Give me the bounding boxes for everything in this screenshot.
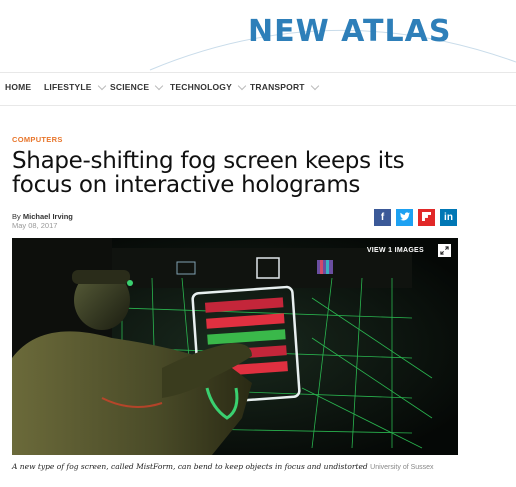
nav-item-label: LIFESTYLE: [44, 82, 92, 92]
nav-item-technology[interactable]: TECHNOLOGY: [170, 81, 247, 92]
byline-prefix: By: [12, 212, 21, 221]
article-title: Shape-shifting fog screen keeps its focu…: [12, 148, 405, 198]
hero-image[interactable]: VIEW 1 IMAGES: [12, 238, 458, 455]
share-twitter-button[interactable]: [396, 209, 413, 226]
chevron-down-icon: [310, 81, 319, 90]
expand-icon[interactable]: [438, 244, 451, 257]
nav-item-label: TRANSPORT: [250, 82, 305, 92]
author-name[interactable]: Michael Irving: [23, 212, 73, 221]
share-linkedin-button[interactable]: in: [440, 209, 457, 226]
nav-item-label: HOME: [5, 82, 32, 92]
view-images-link[interactable]: VIEW 1 IMAGES: [367, 247, 424, 254]
chevron-down-icon: [154, 81, 164, 90]
twitter-icon: [399, 211, 410, 224]
facebook-icon: f: [380, 212, 385, 223]
share-facebook-button[interactable]: f: [374, 209, 391, 226]
byline: By Michael Irving: [12, 212, 73, 221]
article-category[interactable]: COMPUTERS: [12, 135, 63, 144]
nav-item-lifestyle[interactable]: LIFESTYLE: [44, 81, 106, 92]
chevron-down-icon: [237, 81, 247, 90]
nav-item-science[interactable]: SCIENCE: [110, 81, 164, 92]
linkedin-icon: in: [444, 212, 453, 223]
share-flipboard-button[interactable]: [418, 209, 435, 226]
flipboard-icon: [422, 211, 431, 224]
image-caption: A new type of fog screen, called MistFor…: [12, 461, 452, 474]
site-logo[interactable]: NEW ATLAS: [248, 14, 451, 50]
nav-item-home[interactable]: HOME: [5, 82, 31, 92]
site-header: NEW ATLAS: [0, 0, 516, 72]
hero-photo: [12, 238, 458, 455]
photo-credit: University of Sussex: [370, 464, 434, 471]
nav-item-transport[interactable]: TRANSPORT: [250, 81, 319, 92]
publish-date: May 08, 2017: [12, 221, 58, 230]
chevron-down-icon: [97, 81, 106, 90]
nav-item-label: SCIENCE: [110, 82, 150, 92]
nav-item-label: TECHNOLOGY: [170, 82, 232, 92]
caption-text: A new type of fog screen, called MistFor…: [12, 462, 368, 471]
main-nav: HOME LIFESTYLE SCIENCE TECHNOLOGY TRANSP…: [0, 72, 516, 106]
